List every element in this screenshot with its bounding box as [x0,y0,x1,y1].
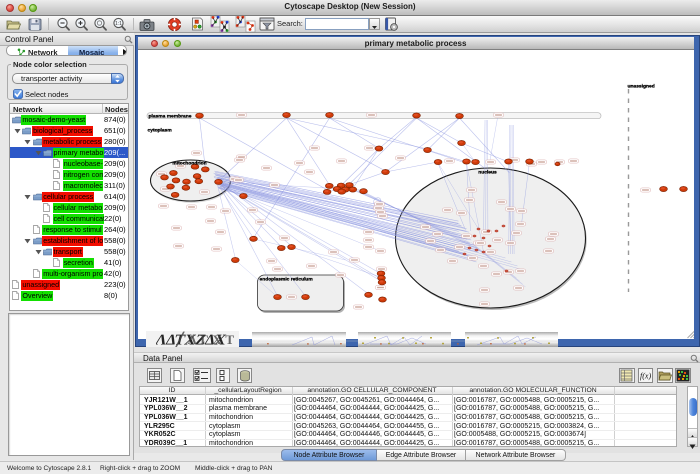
svg-text:nucleus: nucleus [478,170,497,176]
svg-text:plasma membrane: plasma membrane [148,113,191,119]
svg-text:f(x): f(x) [640,372,651,381]
svg-text:unassigned: unassigned [627,84,654,90]
svg-text:endoplasmic reticulum: endoplasmic reticulum [259,277,313,283]
svg-text:mitochondrion: mitochondrion [172,161,206,167]
svg-text:1:1: 1:1 [115,21,122,27]
svg-text:cytoplasm: cytoplasm [147,128,172,134]
